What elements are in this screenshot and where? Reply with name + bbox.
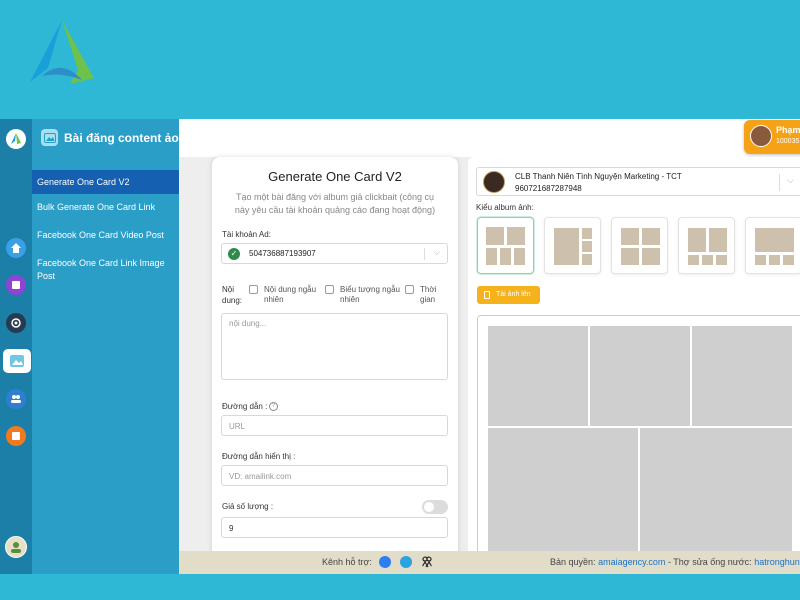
user-avatar xyxy=(750,125,772,147)
album-layout-4[interactable] xyxy=(678,217,735,274)
form-title: Generate One Card V2 xyxy=(268,169,402,184)
chevron-down-icon: ⌵ xyxy=(433,247,440,257)
generate-form-card: Generate One Card V2 Tạo một bài đăng vớ… xyxy=(212,157,458,574)
footer-separator: - xyxy=(667,557,671,567)
group-icon[interactable] xyxy=(421,556,433,568)
sidebar: Bài đăng content ảo Generate One Card V2… xyxy=(32,119,179,574)
select-divider xyxy=(424,248,425,260)
help-icon[interactable]: ? xyxy=(269,402,278,411)
image-icon xyxy=(41,129,58,146)
avatar-icon[interactable] xyxy=(5,536,27,558)
file-icon xyxy=(484,291,490,299)
album-layout-2[interactable] xyxy=(544,217,601,274)
copyright-text: Bản quyền: amaiagency.com - Thợ sửa ống … xyxy=(550,557,800,567)
icon-bar xyxy=(0,119,32,574)
album-preview xyxy=(477,315,800,574)
footer: Kênh hỗ trợ: Bản quyền: amaiagency.com -… xyxy=(179,551,800,574)
content-label: Nội dung: xyxy=(222,285,243,305)
image-icon[interactable] xyxy=(3,349,31,373)
link-input[interactable]: URL xyxy=(221,415,448,436)
page-name: CLB Thanh Niên Tình Nguyện Marketing - T… xyxy=(515,172,682,181)
plumber-link[interactable]: hatronghung xyxy=(754,557,800,567)
camera-icon[interactable] xyxy=(6,313,26,333)
time-label: Thời gian xyxy=(420,285,437,304)
plumber-prefix: Thợ sửa ống nước: xyxy=(673,557,752,567)
fake-count-toggle[interactable] xyxy=(422,500,448,514)
ad-account-select[interactable]: ✓ 504736887193907 ⌵ xyxy=(221,243,448,264)
album-layout-1[interactable] xyxy=(477,217,534,274)
random-icon-checkbox[interactable] xyxy=(325,285,334,294)
preview-card: CLB Thanh Niên Tình Nguyện Marketing - T… xyxy=(468,157,800,574)
home-icon[interactable] xyxy=(6,238,26,258)
chat-icon[interactable] xyxy=(6,426,26,446)
sidebar-item-video-post[interactable]: Facebook One Card Video Post xyxy=(32,224,179,247)
album-style-label: Kiểu album ảnh: xyxy=(476,203,534,212)
random-icon-label: Biểu tượng ngẫu nhiên xyxy=(340,285,400,304)
random-content-checkbox[interactable] xyxy=(249,285,258,294)
user-id: 100035 xyxy=(776,138,800,145)
display-link-input[interactable]: VD: amailink.com xyxy=(221,465,448,486)
tablet-icon[interactable] xyxy=(6,275,26,295)
link-label: Đường dẫn : xyxy=(222,402,268,411)
sidebar-item-generate-one-card-v2[interactable]: Generate One Card V2 xyxy=(32,170,179,194)
fake-count-input[interactable]: 9 xyxy=(221,517,448,538)
sidebar-title: Bài đăng content ảo xyxy=(64,130,179,145)
support-label: Kênh hỗ trợ: xyxy=(322,557,372,567)
sidebar-header: Bài đăng content ảo xyxy=(41,129,179,146)
sidebar-item-link-image-post[interactable]: Facebook One Card Link Image Post xyxy=(32,252,179,288)
select-divider xyxy=(779,174,780,191)
brand-logo xyxy=(30,20,94,84)
user-chip[interactable]: Phạm 100035 xyxy=(744,120,800,154)
copyright-prefix: Bản quyền: xyxy=(550,557,596,567)
page-avatar xyxy=(483,171,505,193)
facebook-icon[interactable] xyxy=(379,556,391,568)
fake-count-label: Giả số lượng : xyxy=(222,502,274,511)
logo-icon[interactable] xyxy=(6,129,26,149)
copyright-link[interactable]: amaiagency.com xyxy=(598,557,665,567)
users-icon[interactable] xyxy=(6,389,26,409)
display-link-label: Đường dẫn hiển thị : xyxy=(222,452,296,461)
chevron-down-icon: ⌵ xyxy=(787,175,794,185)
toggle-knob xyxy=(424,502,434,512)
telegram-icon[interactable] xyxy=(400,556,412,568)
upload-image-label: Tải ảnh lên xyxy=(496,291,531,298)
page-select[interactable]: CLB Thanh Niên Tình Nguyện Marketing - T… xyxy=(476,167,800,196)
page-id: 960721687287948 xyxy=(515,184,582,193)
ad-account-label: Tài khoản Ad: xyxy=(222,230,271,239)
random-content-label: Nội dung ngẫu nhiên xyxy=(264,285,317,304)
sidebar-menu: Generate One Card V2 Bulk Generate One C… xyxy=(32,170,179,288)
top-bar xyxy=(179,119,800,157)
sidebar-item-bulk-generate[interactable]: Bulk Generate One Card Link xyxy=(32,196,179,219)
user-name: Phạm xyxy=(776,125,800,135)
check-circle-icon: ✓ xyxy=(228,248,240,260)
form-subtitle: Tạo một bài đăng với album giả clickbait… xyxy=(234,192,436,215)
album-layout-3[interactable] xyxy=(611,217,668,274)
album-layout-5[interactable] xyxy=(745,217,800,274)
upload-image-button[interactable]: Tải ảnh lên xyxy=(477,286,540,304)
main-content: Phạm 100035 Generate One Card V2 Tạo một… xyxy=(179,119,800,574)
app-window: Bài đăng content ảo Generate One Card V2… xyxy=(0,119,800,574)
ad-account-value: 504736887193907 xyxy=(249,249,316,258)
content-textarea[interactable]: nội dung... xyxy=(221,313,448,380)
time-checkbox[interactable] xyxy=(405,285,414,294)
